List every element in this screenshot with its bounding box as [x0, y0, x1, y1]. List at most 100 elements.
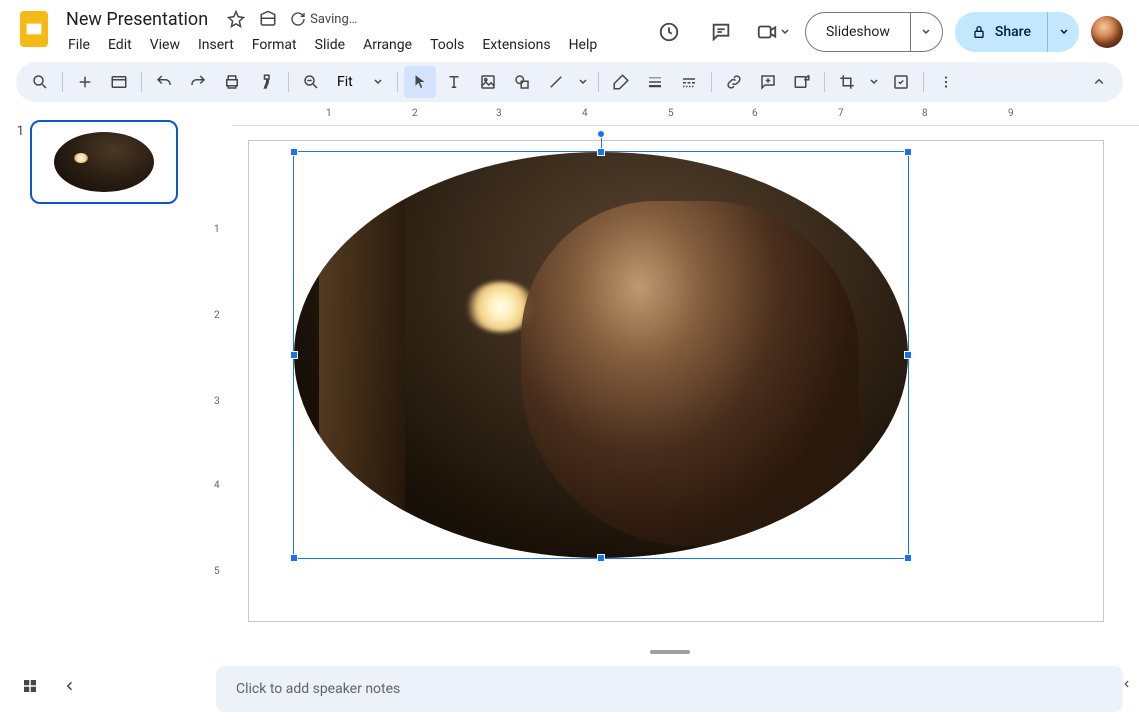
ruler-h-tick: 1	[326, 108, 332, 119]
slide-canvas[interactable]	[248, 140, 1104, 622]
menu-format[interactable]: Format	[244, 33, 305, 57]
image-person-silhouette	[521, 201, 859, 546]
speaker-notes[interactable]: Click to add speaker notes	[216, 666, 1123, 712]
share-group: Share	[955, 12, 1079, 52]
paint-format-icon[interactable]	[250, 66, 282, 98]
search-menus-icon[interactable]	[24, 66, 56, 98]
speaker-notes-placeholder: Click to add speaker notes	[236, 681, 400, 697]
comment-add-icon[interactable]	[752, 66, 784, 98]
zoom-select[interactable]: Fit	[329, 74, 391, 90]
redo-icon[interactable]	[182, 66, 214, 98]
slideshow-group: Slideshow	[805, 12, 943, 52]
resize-handle-mr[interactable]	[904, 351, 912, 359]
menu-tools[interactable]: Tools	[422, 33, 472, 57]
ruler-h-tick: 9	[1008, 108, 1014, 119]
share-button[interactable]: Share	[955, 12, 1047, 52]
slide-thumbnail-1[interactable]	[30, 120, 178, 204]
separator	[598, 72, 599, 92]
ruler-h-tick: 3	[496, 108, 502, 119]
link-icon[interactable]	[718, 66, 750, 98]
more-icon[interactable]	[930, 66, 962, 98]
account-avatar[interactable]	[1091, 16, 1123, 48]
resize-handle-tr[interactable]	[904, 148, 912, 156]
slideshow-dropdown[interactable]	[910, 13, 942, 51]
grid-view-icon[interactable]	[16, 672, 44, 700]
slideshow-button[interactable]: Slideshow	[806, 13, 910, 51]
menu-view[interactable]: View	[142, 33, 188, 57]
reset-image-icon[interactable]	[885, 66, 917, 98]
layout-icon[interactable]	[103, 66, 135, 98]
filmstrip: 1	[0, 108, 200, 658]
side-panel-tab[interactable]	[1115, 664, 1139, 704]
ruler-horizontal[interactable]: 1 2 3 4 5 6 7 8 9	[232, 108, 1139, 126]
zoom-out-icon[interactable]	[295, 66, 327, 98]
ruler-h-tick: 8	[922, 108, 928, 119]
collapse-toolbar-icon[interactable]	[1083, 66, 1115, 98]
resize-handle-bl[interactable]	[290, 554, 298, 562]
slide-number: 1	[8, 120, 24, 204]
collapse-filmstrip-icon[interactable]	[56, 672, 84, 700]
oval-masked-image[interactable]	[294, 152, 908, 558]
separator	[397, 72, 398, 92]
new-slide-icon[interactable]	[69, 66, 101, 98]
resize-handle-br[interactable]	[904, 554, 912, 562]
title-row: New Presentation Saving…	[60, 7, 605, 31]
ruler-h-tick: 7	[838, 108, 844, 119]
resize-handle-tm[interactable]	[597, 148, 605, 156]
separator	[923, 72, 924, 92]
history-icon[interactable]	[649, 12, 689, 52]
resize-handle-tl[interactable]	[290, 148, 298, 156]
title-area: New Presentation Saving… File Edit View …	[60, 7, 605, 57]
slides-logo-icon[interactable]	[16, 11, 52, 47]
border-weight-icon[interactable]	[639, 66, 671, 98]
resize-handle-bm[interactable]	[597, 554, 605, 562]
share-dropdown[interactable]	[1047, 12, 1079, 52]
undo-icon[interactable]	[148, 66, 180, 98]
line-dropdown-icon[interactable]	[574, 66, 592, 98]
meet-icon[interactable]	[753, 12, 793, 52]
document-title[interactable]: New Presentation	[60, 7, 214, 32]
resize-handle-ml[interactable]	[290, 351, 298, 359]
image-icon[interactable]	[472, 66, 504, 98]
star-icon[interactable]	[226, 9, 246, 29]
slide-thumb-wrap: 1	[8, 120, 192, 204]
zoom-value: Fit	[337, 74, 353, 90]
image-wood-beam	[319, 152, 405, 558]
replace-image-icon[interactable]	[786, 66, 818, 98]
menu-arrange[interactable]: Arrange	[355, 33, 420, 57]
select-tool-icon[interactable]	[404, 66, 436, 98]
ruler-vertical[interactable]: 1 2 3 4 5	[200, 126, 232, 658]
ruler-h-tick: 5	[668, 108, 674, 119]
separator	[141, 72, 142, 92]
thumb-lamp-highlight	[74, 153, 88, 163]
bottom-left-controls	[16, 672, 84, 700]
menu-help[interactable]: Help	[561, 33, 606, 57]
crop-icon[interactable]	[831, 66, 863, 98]
image-selection[interactable]	[293, 151, 909, 559]
ruler-v-tick: 4	[214, 480, 220, 491]
textbox-icon[interactable]	[438, 66, 470, 98]
share-label: Share	[995, 24, 1031, 40]
rotate-handle[interactable]	[597, 130, 605, 138]
crop-dropdown-icon[interactable]	[865, 66, 883, 98]
ruler-v-tick: 5	[214, 566, 220, 577]
border-color-icon[interactable]	[605, 66, 637, 98]
border-dash-icon[interactable]	[673, 66, 705, 98]
shape-icon[interactable]	[506, 66, 538, 98]
lock-icon	[971, 24, 987, 40]
menu-extensions[interactable]: Extensions	[474, 33, 558, 57]
speaker-notes-resize-handle[interactable]	[650, 650, 690, 654]
menu-file[interactable]: File	[60, 33, 98, 57]
menu-insert[interactable]: Insert	[190, 33, 242, 57]
ruler-v-tick: 2	[214, 310, 220, 321]
app-header: New Presentation Saving… File Edit View …	[0, 0, 1139, 56]
move-icon[interactable]	[258, 9, 278, 29]
menu-slide[interactable]: Slide	[307, 33, 353, 57]
menu-edit[interactable]: Edit	[100, 33, 140, 57]
comments-icon[interactable]	[701, 12, 741, 52]
logo-area: New Presentation Saving… File Edit View …	[16, 7, 605, 57]
header-right: Slideshow Share	[649, 12, 1123, 52]
print-icon[interactable]	[216, 66, 248, 98]
saving-label: Saving…	[310, 12, 357, 27]
line-icon[interactable]	[540, 66, 572, 98]
